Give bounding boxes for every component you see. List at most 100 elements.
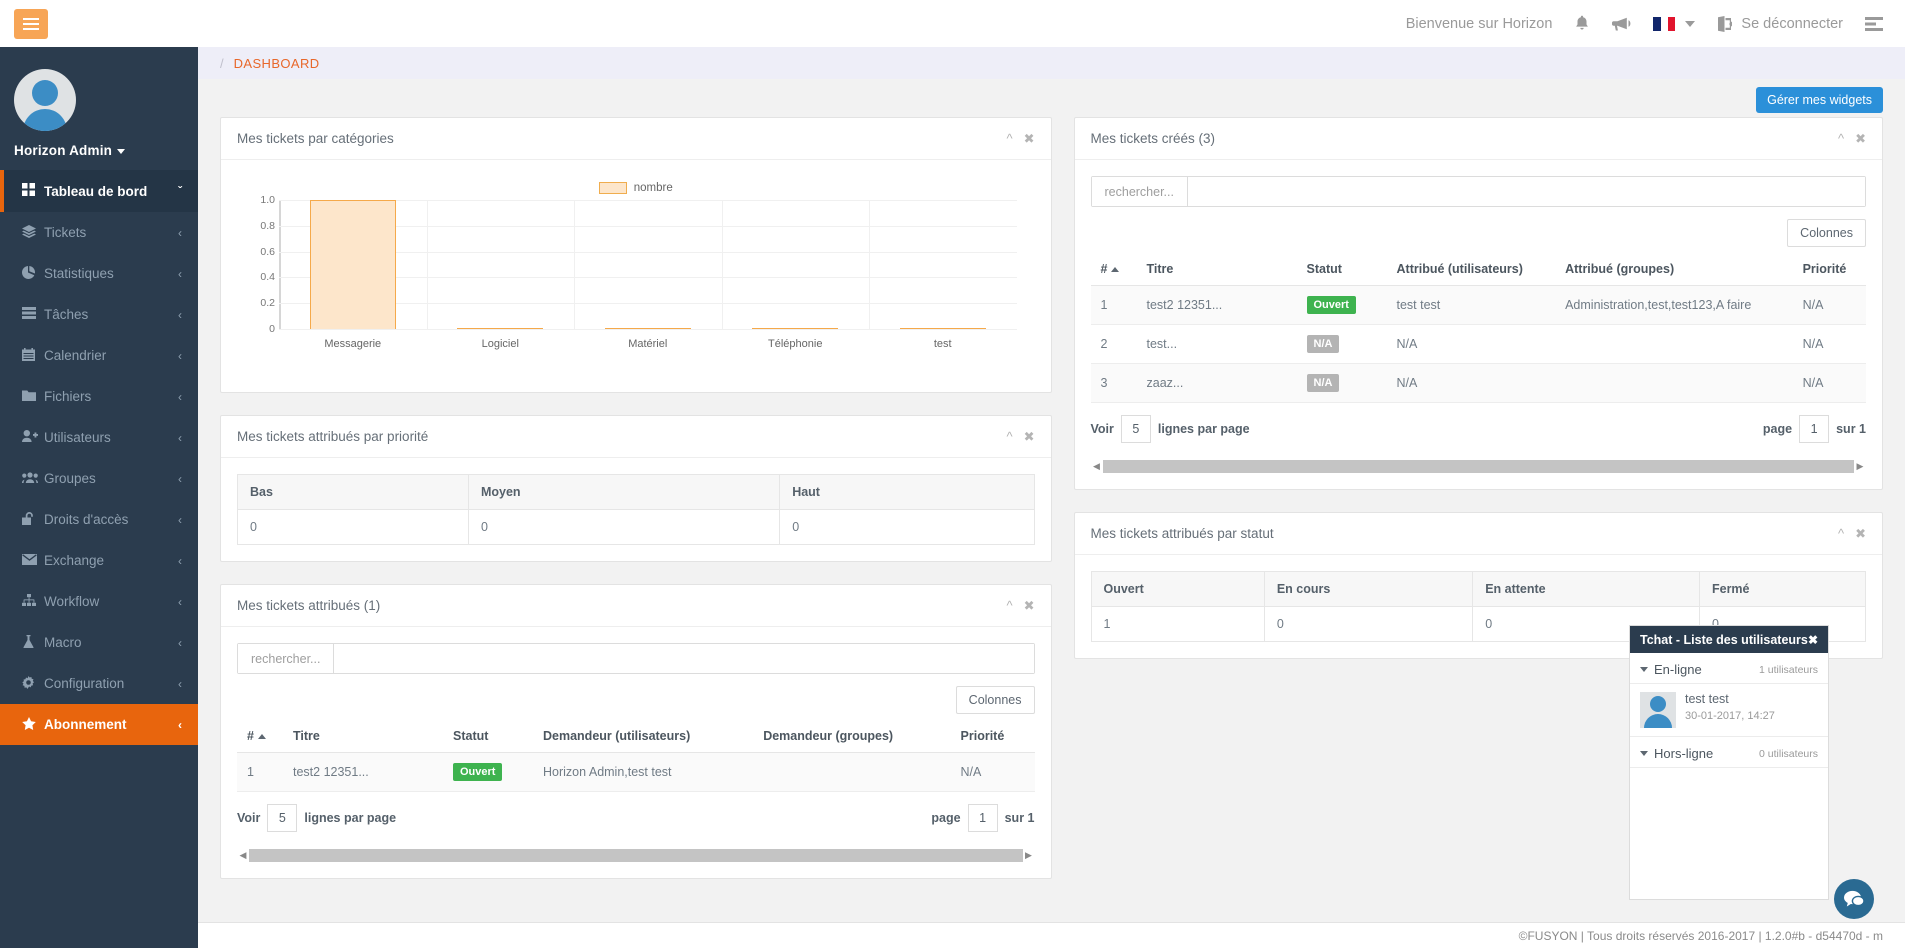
sidebar-item-macro[interactable]: Macro ‹ xyxy=(0,622,198,663)
column-header[interactable]: Priorité xyxy=(950,720,1035,753)
table-row[interactable]: 2 test... N/A N/A N/A xyxy=(1090,324,1866,364)
chat-offline-label: Hors-ligne xyxy=(1654,746,1714,761)
page-number-input[interactable] xyxy=(967,804,998,832)
chat-panel-header[interactable]: Tchat - Liste des utilisateurs ✖ xyxy=(1630,626,1828,653)
chevron-left-icon: ‹ xyxy=(178,307,182,322)
widget-body: nombre 1.0 0.8 0.6 0.4 0.2 0 Messagerie Logici… xyxy=(221,160,1051,392)
column-header[interactable]: Titre xyxy=(1136,253,1297,286)
column-header[interactable]: Demandeur (utilisateurs) xyxy=(533,720,754,753)
scroll-left-arrow-icon[interactable]: ◀ xyxy=(237,850,249,861)
close-icon[interactable]: ✖ xyxy=(1808,633,1818,647)
chat-user-item[interactable]: test test 30-01-2017, 14:27 xyxy=(1630,684,1828,737)
page-number-input[interactable] xyxy=(1799,415,1830,443)
menu-toggle-button[interactable] xyxy=(14,8,48,39)
announcements-button[interactable] xyxy=(1612,15,1631,32)
column-header[interactable]: Attribué (utilisateurs) xyxy=(1386,253,1556,286)
chat-toggle-button[interactable] xyxy=(1834,879,1874,919)
scroll-left-arrow-icon[interactable]: ◀ xyxy=(1091,461,1103,472)
chart-bar[interactable] xyxy=(457,327,544,330)
logout-button[interactable]: Se déconnecter xyxy=(1717,15,1843,32)
logout-icon xyxy=(1718,15,1733,32)
chat-offline-count: 0 utilisateurs xyxy=(1759,747,1818,760)
scroll-right-arrow-icon[interactable]: ▶ xyxy=(1854,461,1866,472)
search-label: rechercher... xyxy=(238,644,335,673)
x-axis-tick: Messagerie xyxy=(324,338,382,351)
chart-gridline xyxy=(279,329,1017,331)
chart-vgridline xyxy=(869,200,870,330)
column-header[interactable]: # xyxy=(1090,253,1137,286)
table-cell: zaaz... xyxy=(1136,363,1297,403)
chart-bar[interactable] xyxy=(309,200,396,330)
created-tickets-widget: Mes tickets créés (3) ^ ✖ rechercher... … xyxy=(1073,117,1883,490)
sidebar-item-abonnement[interactable]: Abonnement ‹ xyxy=(0,704,198,745)
pagination: Voir lignes par page page sur 1 xyxy=(237,804,1035,832)
language-selector[interactable] xyxy=(1653,16,1696,31)
chat-offline-section[interactable]: Hors-ligne 0 utilisateurs xyxy=(1630,737,1828,768)
chart-bar-cell xyxy=(574,200,722,330)
rows-per-page-input[interactable] xyxy=(267,804,298,832)
top-bar: Bienvenue sur Horizon Se déconnecter xyxy=(0,0,1905,47)
search-input[interactable] xyxy=(334,644,1034,673)
sidebar-item-droits-dacces[interactable]: Droits d'accès ‹ xyxy=(0,499,198,540)
chart-bar[interactable] xyxy=(752,327,839,330)
notifications-button[interactable] xyxy=(1574,15,1590,32)
horizontal-scrollbar[interactable]: ◀ ▶ xyxy=(237,848,1035,862)
sidebar-item-configuration[interactable]: Configuration ‹ xyxy=(0,663,198,704)
columns-button[interactable]: Colonnes xyxy=(1787,219,1866,247)
columns-row: Colonnes xyxy=(1091,219,1866,247)
rows-per-page-input[interactable] xyxy=(1120,415,1151,443)
sidebar-item-tickets[interactable]: Tickets ‹ xyxy=(0,212,198,253)
table-row[interactable]: 1 test2 12351... Ouvert Horizon Admin,test … xyxy=(237,752,1035,792)
sidebar-item-groupes[interactable]: Groupes ‹ xyxy=(0,458,198,499)
columns-button[interactable]: Colonnes xyxy=(955,686,1035,714)
close-icon[interactable]: ✖ xyxy=(1024,132,1035,145)
scrollbar-track[interactable] xyxy=(249,848,1023,862)
table-row[interactable]: 1 test2 12351... Ouvert test test Administra… xyxy=(1090,285,1866,325)
sidebar-item-workflow[interactable]: Workflow ‹ xyxy=(0,581,198,622)
chevron-up-icon[interactable]: ^ xyxy=(1006,599,1012,612)
search-input[interactable] xyxy=(1187,177,1865,206)
close-icon[interactable]: ✖ xyxy=(1024,430,1035,443)
sidebar-item-tableau-de-bord[interactable]: Tableau de bord ˇ xyxy=(0,170,198,212)
table-row[interactable]: 3 zaaz... N/A N/A N/A xyxy=(1090,363,1866,403)
column-header[interactable]: Priorité xyxy=(1792,253,1866,286)
sidebar-item-utilisateurs[interactable]: Utilisateurs ‹ xyxy=(0,417,198,458)
sidebar-item-fichiers[interactable]: Fichiers ‹ xyxy=(0,376,198,417)
column-header[interactable]: Statut xyxy=(443,720,533,753)
table-cell: 1 xyxy=(1090,606,1265,642)
close-icon[interactable]: ✖ xyxy=(1024,599,1035,612)
sidebar-item-calendrier[interactable]: Calendrier ‹ xyxy=(0,335,198,376)
column-header[interactable]: Demandeur (groupes) xyxy=(753,720,951,753)
profile-name-wrap[interactable]: Horizon Admin xyxy=(14,143,198,158)
sidebar-item-exchange[interactable]: Exchange ‹ xyxy=(0,540,198,581)
horizontal-scrollbar[interactable]: ◀ ▶ xyxy=(1091,459,1867,473)
panel-toggle-button[interactable] xyxy=(1865,16,1883,31)
star-icon xyxy=(22,716,44,733)
profile-name: Horizon Admin xyxy=(14,143,113,158)
column-header[interactable]: # xyxy=(237,720,283,753)
close-icon[interactable]: ✖ xyxy=(1855,527,1866,540)
avatar xyxy=(1640,692,1676,728)
breadcrumb-current[interactable]: DASHBOARD xyxy=(234,56,320,71)
close-icon[interactable]: ✖ xyxy=(1855,132,1866,145)
chevron-up-icon[interactable]: ^ xyxy=(1838,527,1844,540)
chart-bar[interactable] xyxy=(899,327,986,330)
chat-online-section[interactable]: En-ligne 1 utilisateurs xyxy=(1630,653,1828,684)
chevron-up-icon[interactable]: ^ xyxy=(1838,132,1844,145)
scroll-right-arrow-icon[interactable]: ▶ xyxy=(1023,850,1035,861)
manage-widgets-button[interactable]: Gérer mes widgets xyxy=(1756,87,1883,113)
table-cell: N/A xyxy=(950,752,1035,792)
column-header[interactable]: Attribué (groupes) xyxy=(1555,253,1793,286)
column-header[interactable]: Statut xyxy=(1296,253,1387,286)
column-header: Fermé xyxy=(1698,571,1867,607)
sidebar-item-taches[interactable]: Tâches ‹ xyxy=(0,294,198,335)
chevron-up-icon[interactable]: ^ xyxy=(1006,430,1012,443)
left-column: Mes tickets par catégories ^ ✖ nombre 1.… xyxy=(220,117,1052,879)
scrollbar-track[interactable] xyxy=(1102,459,1854,473)
tasks-icon xyxy=(22,307,44,322)
sidebar-item-statistiques[interactable]: Statistiques ‹ xyxy=(0,253,198,294)
sidebar-profile[interactable]: Horizon Admin xyxy=(0,47,198,170)
chevron-up-icon[interactable]: ^ xyxy=(1006,132,1012,145)
chart-bar[interactable] xyxy=(604,327,691,330)
column-header[interactable]: Titre xyxy=(283,720,443,753)
